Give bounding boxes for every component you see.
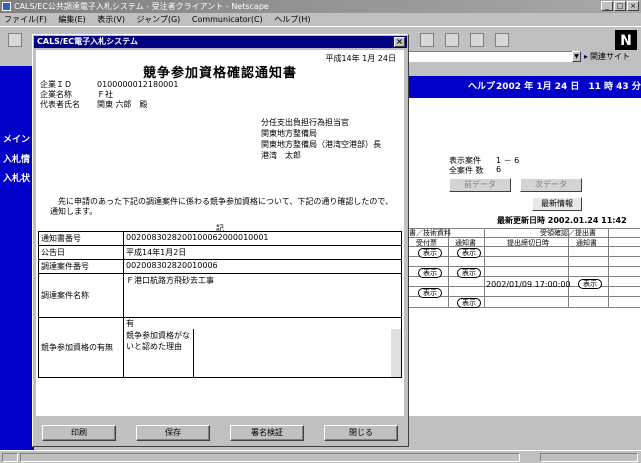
recipient-line-4: 港湾 太郎 [261, 151, 301, 160]
nav-main[interactable]: メイン [3, 132, 30, 145]
show-button[interactable]: 表示 [418, 268, 442, 278]
menu-help[interactable]: ヘルプ(H) [274, 15, 310, 24]
col-notice: 通知書 [455, 239, 476, 247]
next-data-button[interactable]: 次データ [520, 178, 582, 192]
total-cases-value: 6 [496, 165, 502, 174]
col-receipt: 受付票 [416, 239, 437, 247]
deadline-value: 2002/01/09 17:00:00 [486, 280, 571, 289]
notification-dialog: CALS/EC電子入札システム × 平成14年 1月 24日 競争参加資格確認通… [32, 34, 409, 447]
browser-title: CALS/EC公共調達電子入札システム - 受注者クライアント - Netsca… [14, 2, 269, 11]
qualification-label: 競争参加資格の有無 [38, 317, 124, 378]
dialog-close-icon[interactable]: × [394, 37, 405, 47]
location-dropdown-button[interactable]: ▼ [572, 51, 581, 62]
case-name-label: 調達案件名称 [38, 273, 124, 318]
help-link[interactable]: ヘルプ [468, 76, 495, 98]
qualification-value: 有 [123, 317, 402, 329]
table-row: 調達案件名称 Ｆ港口航路方飛砂去工事 [38, 273, 402, 318]
status-component-bar [540, 453, 638, 462]
announce-date-value: 平成14年1月2日 [123, 245, 402, 260]
header-datetime: 2002 年 1月 24 日 11 時 43 分 [496, 82, 641, 92]
case-number-value: 002008302820010006 [123, 259, 402, 274]
menu-file[interactable]: ファイル(F) [4, 15, 47, 24]
recipient-line-3: 関東地方整備局（港湾空港部）長 [261, 140, 381, 149]
prev-data-button[interactable]: 前データ [449, 178, 511, 192]
toolbar-icon-d[interactable] [495, 33, 509, 47]
dialog-title: CALS/EC電子入札システム [37, 37, 138, 46]
col-deadline: 提出締切日時 [507, 239, 549, 247]
last-update-text: 最新更新日時 2002.01.24 11:42 [497, 216, 627, 225]
representative-label: 代表者氏名 [40, 100, 80, 109]
verify-signature-button[interactable]: 署名検証 [230, 425, 304, 441]
dialog-title-bar: CALS/EC電子入札システム × [34, 36, 407, 48]
notice-number-value: 002008302820010006200001000​1 [123, 231, 402, 246]
window-controls: _ □ × [601, 1, 639, 11]
show-button[interactable]: 表示 [418, 288, 442, 298]
company-name-value: Ｆ社 [97, 90, 113, 99]
browser-status-bar [0, 450, 641, 463]
menu-view[interactable]: 表示(V) [97, 15, 125, 24]
menu-edit[interactable]: 編集(E) [58, 15, 85, 24]
toolbar-icon-a[interactable] [420, 33, 434, 47]
notice-details-table: 通知書番号 002008302820010006200001000​1 公告日 … [38, 231, 402, 378]
notice-number-label: 通知書番号 [38, 231, 124, 246]
back-icon[interactable] [8, 33, 22, 47]
reason-label: 競争参加資格がないと認めた理由 [123, 329, 194, 378]
company-id-value: 010000001218000​1 [97, 80, 179, 89]
col-receipt-confirm: 受領確認／提出書 [540, 229, 596, 237]
table-row: 調達案件番号 002008302820010006 [38, 259, 402, 274]
case-name-value: Ｆ港口航路方飛砂去工事 [123, 273, 402, 318]
show-button[interactable]: 表示 [457, 248, 481, 258]
show-button[interactable]: 表示 [578, 279, 602, 289]
reason-scrollbar[interactable] [391, 329, 401, 377]
security-icon [2, 453, 18, 462]
show-button[interactable]: 表示 [457, 298, 481, 308]
netscape-app-icon [2, 2, 11, 11]
nav-bid-info[interactable]: 入札情 [3, 152, 30, 165]
col-tech-docs: 書／技術資料 [409, 229, 451, 237]
recipient-line-2: 関東地方整備局 [261, 129, 317, 138]
window-close-button[interactable]: × [627, 1, 639, 11]
table-row: 競争参加資格の有無 有 [38, 317, 402, 378]
dialog-button-bar: 印刷 保存 署名検証 閉じる [36, 419, 404, 445]
print-button[interactable]: 印刷 [42, 425, 116, 441]
representative-value: 関東 六郎 殿 [97, 100, 148, 109]
total-cases-label: 全案件 数 [449, 166, 484, 175]
notice-body-text: 先に申請のあった下記の調達案件に係わる競争参加資格について、下記の通り確認したの… [50, 197, 394, 216]
toolbar-icon-c[interactable] [470, 33, 484, 47]
menu-bar: ファイル(F) 編集(E) 表示(V) ジャンプ(G) Communicator… [0, 13, 641, 26]
representative-row: 代表者氏名 関東 六郎 殿 [40, 99, 148, 110]
reason-value [193, 329, 402, 378]
document-body: 平成14年 1月 24日 競争参加資格確認通知書 企業ＩＤ 01000000121… [36, 50, 404, 416]
announce-date-label: 公告日 [38, 245, 124, 260]
show-button[interactable]: 表示 [457, 268, 481, 278]
location-field[interactable] [406, 51, 576, 62]
table-row: 通知書番号 002008302820010006200001000​1 [38, 231, 402, 246]
close-button[interactable]: 閉じる [324, 425, 398, 441]
minimize-button[interactable]: _ [601, 1, 613, 11]
latest-info-button[interactable]: 最新情報 [532, 197, 582, 211]
related-sites-button[interactable]: 関連サイト [584, 51, 630, 62]
menu-go[interactable]: ジャンプ(G) [137, 15, 181, 24]
left-navigation-panel: メイン 入札情 入札状 [0, 66, 34, 450]
status-text [20, 453, 520, 462]
show-button[interactable]: 表示 [418, 248, 442, 258]
nav-bid-status[interactable]: 入札状 [3, 171, 30, 184]
page-header: ヘルプ 2002 年 1月 24 日 11 時 43 分 [408, 76, 641, 98]
table-row: 公告日 平成14年1月2日 [38, 245, 402, 260]
browser-title-bar: CALS/EC公共調達電子入札システム - 受注者クライアント - Netsca… [0, 0, 641, 13]
case-number-label: 調達案件番号 [38, 259, 124, 274]
menu-communicator[interactable]: Communicator(C) [192, 15, 263, 24]
toolbar-icon-b[interactable] [445, 33, 459, 47]
save-button[interactable]: 保存 [136, 425, 210, 441]
recipient-line-1: 分任支出負担行為担当官 [261, 118, 349, 127]
netscape-logo: N [615, 30, 637, 52]
maximize-button[interactable]: □ [614, 1, 626, 11]
col-notice-2: 通知書 [576, 239, 597, 247]
